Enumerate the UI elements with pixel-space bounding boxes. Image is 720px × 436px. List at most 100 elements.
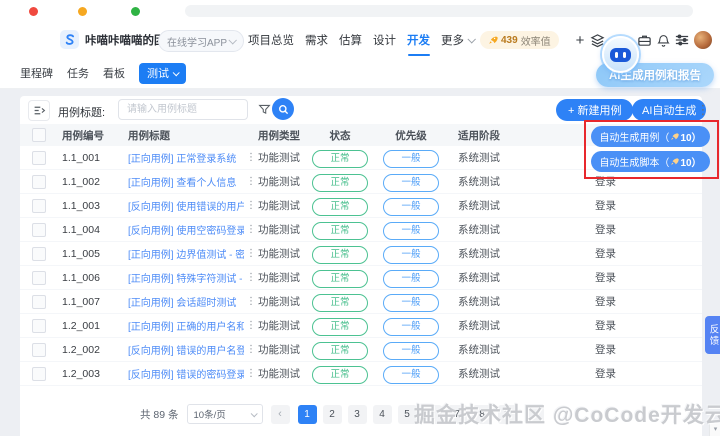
case-id-cell: 1.1_005: [62, 247, 100, 260]
nav-item-requirements[interactable]: 需求: [305, 32, 328, 48]
filter-funnel-icon[interactable]: [258, 103, 271, 121]
row-checkbox[interactable]: [32, 246, 46, 261]
table-row[interactable]: 1.1_005 [正向用例] 边界值测试 - 密码长度边... ⋮ 功能测试 正…: [20, 242, 702, 266]
new-case-button[interactable]: + 新建用例: [556, 99, 634, 121]
priority-badge: 一般: [383, 365, 439, 384]
page-button-2[interactable]: 2: [322, 404, 342, 424]
project-select[interactable]: 在线学习APP: [158, 30, 244, 52]
case-title-link[interactable]: [反向用例] 使用错误的用户名登录系统: [128, 198, 244, 213]
app-logo-icon[interactable]: [60, 30, 79, 49]
ai-assistant-robot-icon[interactable]: [602, 36, 639, 73]
table-row[interactable]: 1.2_003 [反向用例] 错误的密码登录 ⋮ 功能测试 正常 一般 系统测试…: [20, 362, 702, 386]
priority-badge: 一般: [383, 341, 439, 360]
header-icons: +: [575, 22, 712, 58]
efficiency-badge[interactable]: 439 效率值: [480, 31, 559, 49]
table-row[interactable]: 1.1_004 [反向用例] 使用空密码登录系统 ⋮ 功能测试 正常 一般 系统…: [20, 218, 702, 242]
project-select-value: 在线学习APP: [167, 37, 228, 49]
menu-item-generate-cases[interactable]: 自动生成用例（ 10）: [591, 126, 710, 147]
row-checkbox[interactable]: [32, 366, 46, 381]
module-cell: 登录: [595, 296, 616, 308]
user-avatar[interactable]: [694, 31, 712, 49]
bell-icon[interactable]: [657, 34, 670, 47]
menu-item-generate-scripts[interactable]: 自动生成脚本（ 10）: [591, 151, 710, 172]
row-actions-icon[interactable]: ⋮: [246, 224, 256, 235]
page-button-1[interactable]: 1: [297, 404, 317, 424]
collapse-sidebar-button[interactable]: [28, 100, 50, 121]
table-row[interactable]: 1.1_006 [正向用例] 特殊字符测试 - 用户名包... ⋮ 功能测试 正…: [20, 266, 702, 290]
row-actions-icon[interactable]: ⋮: [246, 296, 256, 307]
row-actions-icon[interactable]: ⋮: [246, 200, 256, 211]
case-title-link[interactable]: [正向用例] 正确的用户名和密码登录: [128, 318, 244, 333]
maximize-window-icon[interactable]: [131, 7, 140, 16]
case-title-link[interactable]: [反向用例] 使用空密码登录系统: [128, 222, 244, 237]
rocket-icon: [671, 133, 680, 140]
layers-icon[interactable]: [590, 33, 605, 48]
stage-cell: 系统测试: [458, 296, 500, 308]
module-cell: 登录: [595, 368, 616, 380]
row-checkbox[interactable]: [32, 198, 46, 213]
status-badge: 正常: [312, 365, 368, 384]
row-checkbox[interactable]: [32, 150, 46, 165]
table-row[interactable]: 1.2_001 [正向用例] 正确的用户名和密码登录 ⋮ 功能测试 正常 一般 …: [20, 314, 702, 338]
case-id-cell: 1.1_007: [62, 295, 100, 308]
collapse-icon: [34, 106, 45, 115]
subnav-item-tasks[interactable]: 任务: [67, 65, 89, 81]
subnav-item-test-active[interactable]: 测试: [139, 62, 186, 84]
minimize-window-icon[interactable]: [78, 7, 87, 16]
subnav-item-milestone[interactable]: 里程碑: [20, 65, 53, 81]
search-button[interactable]: [272, 98, 294, 120]
select-all-checkbox[interactable]: [32, 128, 46, 142]
page-button-3[interactable]: 3: [347, 404, 367, 424]
case-title-link[interactable]: [正向用例] 会话超时测试: [128, 294, 244, 309]
add-icon[interactable]: +: [575, 33, 585, 48]
case-type-cell: 功能测试: [258, 200, 300, 212]
row-actions-icon[interactable]: ⋮: [246, 248, 256, 259]
row-actions-icon[interactable]: ⋮: [246, 176, 256, 187]
nav-item-estimation[interactable]: 估算: [339, 32, 362, 48]
case-title-link[interactable]: [正向用例] 特殊字符测试 - 用户名包...: [128, 270, 244, 285]
row-checkbox[interactable]: [32, 270, 46, 285]
nav-item-development[interactable]: 开发: [407, 32, 430, 48]
row-checkbox[interactable]: [32, 318, 46, 333]
subnav-item-board[interactable]: 看板: [103, 65, 125, 81]
case-id-cell: 1.1_001: [62, 151, 100, 164]
case-title-link[interactable]: [反向用例] 错误的密码登录: [128, 366, 244, 381]
table-row[interactable]: 1.2_002 [反向用例] 错误的用户名登录 ⋮ 功能测试 正常 一般 系统测…: [20, 338, 702, 362]
case-title-link[interactable]: [正向用例] 查看个人信息: [128, 174, 244, 189]
table-row[interactable]: 1.1_007 [正向用例] 会话超时测试 ⋮ 功能测试 正常 一般 系统测试 …: [20, 290, 702, 314]
nav-item-overview[interactable]: 项目总览: [248, 32, 294, 48]
row-checkbox[interactable]: [32, 294, 46, 309]
row-actions-icon[interactable]: ⋮: [246, 272, 256, 283]
case-title-link[interactable]: [反向用例] 错误的用户名登录: [128, 342, 244, 357]
case-type-cell: 功能测试: [258, 224, 300, 236]
chevron-down-icon: [172, 68, 180, 76]
efficiency-value: 439: [501, 34, 518, 46]
page-size-select[interactable]: 10条/页: [186, 404, 263, 424]
case-id-cell: 1.2_003: [62, 367, 100, 380]
sliders-icon[interactable]: [675, 33, 689, 47]
watermark: 掘金技术社区 @CoCode开发云: [414, 404, 720, 427]
column-header-priority: 优先级: [395, 129, 427, 142]
close-window-icon[interactable]: [29, 7, 38, 16]
toolbar-more-icon[interactable]: ⋮: [696, 99, 710, 121]
row-checkbox[interactable]: [32, 222, 46, 237]
feedback-tab[interactable]: 反馈: [705, 316, 720, 354]
case-type-cell: 功能测试: [258, 248, 300, 260]
row-actions-icon[interactable]: ⋮: [246, 344, 256, 355]
status-badge: 正常: [312, 269, 368, 288]
row-actions-icon[interactable]: ⋮: [246, 368, 256, 379]
row-actions-icon[interactable]: ⋮: [246, 152, 256, 163]
row-actions-icon[interactable]: ⋮: [246, 320, 256, 331]
nav-item-more[interactable]: 更多: [441, 32, 476, 48]
row-checkbox[interactable]: [32, 174, 46, 189]
case-title-link[interactable]: [正向用例] 正常登录系统: [128, 150, 244, 165]
briefcase-icon[interactable]: [637, 33, 652, 48]
page-button-4[interactable]: 4: [372, 404, 392, 424]
nav-item-design[interactable]: 设计: [373, 32, 396, 48]
row-checkbox[interactable]: [32, 342, 46, 357]
case-title-search-input[interactable]: [118, 99, 248, 120]
case-title-link[interactable]: [正向用例] 边界值测试 - 密码长度边...: [128, 246, 244, 261]
header-nav: 项目总览 需求 估算 设计 开发 更多: [248, 22, 476, 58]
prev-page-button[interactable]: ‹: [270, 404, 290, 424]
table-row[interactable]: 1.1_003 [反向用例] 使用错误的用户名登录系统 ⋮ 功能测试 正常 一般…: [20, 194, 702, 218]
